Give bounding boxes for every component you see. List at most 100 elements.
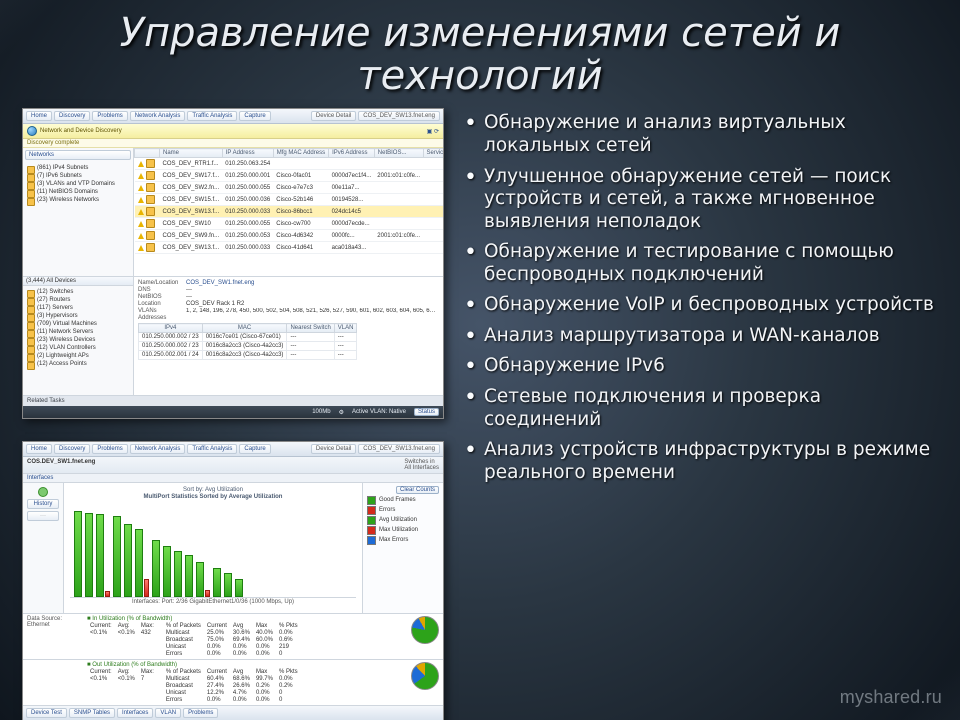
k-name: Name/Location — [138, 280, 180, 286]
table-row[interactable]: COS_DEV_RTR1.f...010.250.063.254 — [135, 158, 444, 170]
v-name: COS_DEV_SW1.fnet.eng — [186, 280, 254, 286]
device-right: Switches in All Interfaces — [404, 459, 439, 471]
chart-title: MultiPort Statistics Sorted by Average U… — [70, 494, 356, 500]
bar-pair — [224, 573, 232, 597]
screenshot-interfaces: HomeDiscoveryProblemsNetwork AnalysisTra… — [22, 441, 444, 720]
tab-home[interactable]: Home — [26, 444, 52, 454]
tab-right: Device Detail — [311, 111, 356, 121]
interfaces-tab[interactable]: Interfaces — [23, 474, 443, 483]
bar-pair — [152, 540, 160, 597]
tab-problems[interactable]: Problems — [92, 111, 127, 121]
history-button[interactable]: History — [27, 499, 59, 509]
bullet-list: Обнаружение и анализ виртуальных локальн… — [458, 108, 942, 488]
bullets-column: Обнаружение и анализ виртуальных локальн… — [452, 108, 942, 720]
v-loc: COS_DEV Rack 1 R2 — [186, 301, 244, 307]
discovery-status: Discovery complete — [23, 139, 443, 148]
slide: Управление изменениями сетей и технологи… — [0, 0, 960, 720]
slide-title: Управление изменениями сетей и технологи… — [0, 0, 960, 102]
tab-home[interactable]: Home — [26, 111, 52, 121]
bullet-0: Обнаружение и анализ виртуальных локальн… — [458, 108, 942, 161]
tab-discovery[interactable]: Discovery — [54, 444, 90, 454]
v-vlan: 1, 2, 148, 196, 278, 450, 500, 502, 504,… — [186, 308, 436, 314]
tab-network-analysis[interactable]: Network Analysis — [130, 111, 186, 121]
table-row[interactable]: COS_DEV_SW13.f...010.250.000.033Cisco-86… — [135, 206, 444, 218]
stats-in-row: Data Source: Ethernet ■ In Utilization (… — [23, 613, 443, 659]
v-dns: --- — [186, 287, 192, 293]
bar-pair — [85, 513, 93, 598]
interfaces-axis: Interfaces: Port: 2/36 GigabitEthernet1/… — [70, 598, 356, 605]
table-row[interactable]: COS_DEV_SW2.fn...010.250.000.055Cisco-e7… — [135, 182, 444, 194]
sidebar-item[interactable]: (3) VLANs and VTP Domains — [25, 180, 131, 188]
sidebar-item[interactable]: (2) Lightweight APs — [25, 352, 131, 360]
table-row[interactable]: COS_DEV_SW15.f...010.250.000.036Cisco-52… — [135, 194, 444, 206]
table-row: 010.250.000.002 / 230016c7ce01 (Cisco-67… — [139, 333, 357, 342]
table-row[interactable]: COS_DEV_SW17.f...010.250.000.001Cisco-0f… — [135, 170, 444, 182]
tab-capture[interactable]: Capture — [239, 111, 270, 121]
chart-sidebar: History ··· — [23, 483, 64, 613]
data-source: Data Source: Ethernet — [27, 616, 81, 628]
k-nb: NetBIOS — [138, 294, 180, 300]
bullet-6: Сетевые подключения и проверка соединени… — [458, 382, 942, 435]
device-name: COS.DEV_SW1.fnet.eng — [27, 459, 95, 465]
bar-pair — [96, 514, 110, 597]
tab-problems[interactable]: Problems — [183, 708, 218, 718]
pane-title-text: Network and Device Discovery — [40, 128, 122, 134]
bar-pair — [235, 579, 243, 598]
out-util-label: Out Utilization (% of Bandwidth) — [92, 662, 177, 668]
table-row[interactable]: COS_DEV_SW13.f...010.250.000.033Cisco-41… — [135, 242, 444, 254]
chart-sortby: Sort by: Avg Utilization — [70, 487, 356, 493]
tab-network-analysis[interactable]: Network Analysis — [130, 444, 186, 454]
sidebar-item[interactable]: (27) Routers — [25, 296, 131, 304]
toolbar: HomeDiscoveryProblemsNetwork AnalysisTra… — [23, 109, 443, 124]
status-speed: 100Mb — [312, 409, 330, 415]
bar-pair — [135, 529, 149, 597]
sidebar-item[interactable]: (861) IPv4 Subnets — [25, 164, 131, 172]
sidebar-item[interactable]: (12) Access Points — [25, 360, 131, 368]
k-dns: DNS — [138, 287, 180, 293]
bar-pair — [196, 562, 210, 597]
sidebar-item[interactable]: (3) Hypervisors — [25, 312, 131, 320]
bar-pair — [174, 551, 182, 597]
tab-capture[interactable]: Capture — [239, 444, 270, 454]
v-nb: --- — [186, 294, 192, 300]
tab-right: COS_DEV_SW13.fnet.eng — [358, 111, 440, 121]
sidebar-item[interactable]: (709) Virtual Machines — [25, 320, 131, 328]
globe-icon — [27, 126, 37, 136]
out-util-block: ■ Out Utilization (% of Bandwidth) Curre… — [87, 662, 405, 703]
tab-right: COS_DEV_SW13.fnet.eng — [358, 444, 440, 454]
tab-traffic-analysis[interactable]: Traffic Analysis — [187, 111, 237, 121]
sidebar-networks: Networks (861) IPv4 Subnets(7) IPv6 Subn… — [23, 148, 134, 276]
tab-right: Device Detail — [311, 444, 356, 454]
tab-device-test[interactable]: Device Test — [26, 708, 67, 718]
clear-counts-button[interactable]: Clear Counts — [396, 486, 439, 494]
table-row[interactable]: COS_DEV_SW9.fn...010.250.000.053Cisco-4d… — [135, 230, 444, 242]
sidebar-item[interactable]: (12) VLAN Controllers — [25, 344, 131, 352]
tab-interfaces[interactable]: Interfaces — [117, 708, 153, 718]
table-row[interactable]: COS_DEV_SW10010.250.000.055Cisco-cw70000… — [135, 218, 444, 230]
tab-snmp-tables[interactable]: SNMP Tables — [69, 708, 115, 718]
sidebar-item[interactable]: (11) Network Servers — [25, 328, 131, 336]
status-dot-icon — [38, 487, 48, 497]
status-button[interactable]: Status — [414, 408, 439, 416]
bar-pair — [113, 516, 121, 597]
sidebar-item[interactable]: (23) Wireless Devices — [25, 336, 131, 344]
sidebar-item[interactable]: (117) Servers — [25, 304, 131, 312]
bar-pair — [124, 524, 132, 598]
statusbar: 100Mb ⚙ Active VLAN: Native Status — [23, 406, 443, 418]
history-disabled: ··· — [27, 511, 59, 521]
tab-discovery[interactable]: Discovery — [54, 111, 90, 121]
sidebar-item[interactable]: (12) Switches — [25, 288, 131, 296]
tab-problems[interactable]: Problems — [92, 444, 127, 454]
sidebar-tab-networks[interactable]: Networks — [25, 150, 131, 160]
stats-out-row: ■ Out Utilization (% of Bandwidth) Curre… — [23, 659, 443, 705]
tab-vlan[interactable]: VLAN — [155, 708, 181, 718]
sidebar-item[interactable]: (7) IPv6 Subnets — [25, 172, 131, 180]
watermark: myshared.ru — [840, 687, 942, 708]
pie-out-icon — [411, 662, 439, 690]
device-grid: NameIP AddressMfg MAC AddressIPv6 Addres… — [134, 148, 443, 276]
legend-item: Errors — [367, 505, 439, 515]
screenshots-column: HomeDiscoveryProblemsNetwork AnalysisTra… — [22, 108, 452, 720]
sidebar-item[interactable]: (23) Wireless Networks — [25, 196, 131, 204]
sidebar-item[interactable]: (11) NetBIOS Domains — [25, 188, 131, 196]
tab-traffic-analysis[interactable]: Traffic Analysis — [187, 444, 237, 454]
